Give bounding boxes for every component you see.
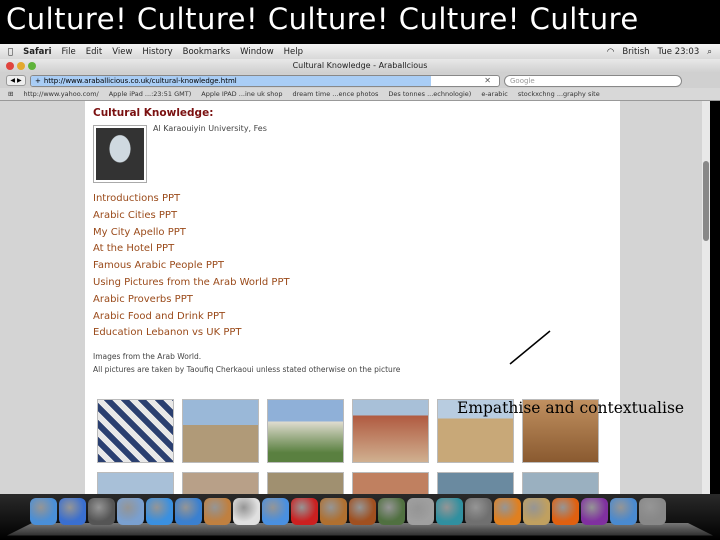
toolbar: ◀ ▶ + http://www.araballicious.co.uk/cult… (0, 73, 720, 88)
address-bar[interactable]: + http://www.araballicious.co.uk/cultural… (30, 74, 500, 87)
menu-window[interactable]: Window (240, 47, 274, 57)
menu-help[interactable]: Help (284, 47, 303, 57)
window-title: Cultural Knowledge - Araballcious (292, 61, 428, 70)
link-food-drink[interactable]: Arabic Food and Drink PPT (93, 311, 290, 328)
bookmark[interactable]: Apple IPAD ...ine uk shop (201, 90, 282, 98)
dock-app-icon[interactable] (30, 498, 57, 525)
link-introductions[interactable]: Introductions PPT (93, 193, 290, 210)
link-hotel[interactable]: At the Hotel PPT (93, 243, 290, 260)
photo-caption: Al Karaouiyin University, Fes (153, 124, 267, 133)
dock-app-icon[interactable] (639, 498, 666, 525)
menu-safari[interactable]: Safari (23, 47, 51, 57)
dock-app-icon[interactable] (610, 498, 637, 525)
slide-annotation: Empathise and contextualise (457, 399, 685, 417)
clear-icon[interactable]: ✕ (484, 76, 491, 85)
url-text: http://www.araballicious.co.uk/cultural-… (43, 76, 237, 85)
add-bookmark-icon[interactable]: + (35, 77, 41, 85)
dock-app-icon[interactable] (407, 498, 434, 525)
bookmark[interactable]: http://www.yahoo.com/ (23, 90, 98, 98)
link-pictures[interactable]: Using Pictures from the Arab World PPT (93, 277, 290, 294)
apple-icon[interactable]:  (8, 47, 13, 57)
clock[interactable]: Tue 23:03 (658, 47, 700, 57)
slide-title: Culture! Culture! Culture! Culture! Cult… (6, 2, 639, 36)
photo-thumb[interactable] (97, 399, 174, 463)
menu-edit[interactable]: Edit (86, 47, 102, 57)
dock-app-icon[interactable] (291, 498, 318, 525)
note-line: All pictures are taken by Taoufiq Cherka… (93, 365, 401, 374)
bookmark[interactable]: dream time ...ence photos (293, 90, 379, 98)
menu-bookmarks[interactable]: Bookmarks (183, 47, 231, 57)
dock-app-icon[interactable] (494, 498, 521, 525)
photo-thumb[interactable] (267, 399, 344, 463)
menu-view[interactable]: View (112, 47, 132, 57)
bookmark[interactable]: Apple iPad ...:23:51 GMT) (109, 90, 192, 98)
dock-app-icon[interactable] (552, 498, 579, 525)
dock-app-icon[interactable] (465, 498, 492, 525)
menu-file[interactable]: File (62, 47, 76, 57)
dock-app-icon[interactable] (146, 498, 173, 525)
bookmarks-bar: ⊞ http://www.yahoo.com/ Apple iPad ...:2… (0, 88, 720, 101)
dock-app-icon[interactable] (262, 498, 289, 525)
photo-thumb[interactable] (182, 399, 259, 463)
link-proverbs[interactable]: Arabic Proverbs PPT (93, 294, 290, 311)
dock-app-icon[interactable] (117, 498, 144, 525)
photo-thumb[interactable] (352, 399, 429, 463)
dock-app-icon[interactable] (523, 498, 550, 525)
dock (0, 494, 720, 540)
page-heading: Cultural Knowledge: (93, 107, 214, 119)
wifi-icon[interactable]: ◠ (607, 47, 614, 57)
minimize-button[interactable] (17, 62, 25, 70)
input-menu[interactable]: British (622, 47, 649, 57)
link-education[interactable]: Education Lebanon vs UK PPT (93, 327, 290, 344)
close-button[interactable] (6, 62, 14, 70)
window-titlebar: Cultural Knowledge - Araballcious (0, 59, 720, 73)
bookmark[interactable]: stockxchng ...graphy site (518, 90, 600, 98)
dock-app-icon[interactable] (320, 498, 347, 525)
dock-app-icon[interactable] (88, 498, 115, 525)
bookmark[interactable]: e-arabic (481, 90, 508, 98)
dock-app-icon[interactable] (175, 498, 202, 525)
menu-bar:  Safari File Edit View History Bookmark… (0, 44, 720, 59)
dock-app-icon[interactable] (233, 498, 260, 525)
dock-app-icon[interactable] (204, 498, 231, 525)
menu-history[interactable]: History (142, 47, 172, 57)
dock-app-icon[interactable] (436, 498, 463, 525)
page-content: Cultural Knowledge: Al Karaouiyin Univer… (85, 101, 620, 536)
dock-app-icon[interactable] (378, 498, 405, 525)
search-input[interactable]: Google (504, 74, 682, 87)
dock-app-icon[interactable] (349, 498, 376, 525)
university-photo[interactable] (93, 125, 147, 183)
book-icon[interactable]: ⊞ (8, 90, 13, 98)
web-page: Cultural Knowledge: Al Karaouiyin Univer… (0, 101, 710, 536)
note-line: Images from the Arab World. (93, 352, 202, 361)
scrollbar-thumb[interactable] (703, 161, 709, 241)
scrollbar[interactable] (702, 101, 710, 494)
zoom-button[interactable] (28, 62, 36, 70)
bookmark[interactable]: Des tonnes ...echnologie) (388, 90, 471, 98)
dock-app-icon[interactable] (581, 498, 608, 525)
ppt-links: Introductions PPT Arabic Cities PPT My C… (93, 193, 290, 344)
annotation-arrow-line (509, 330, 551, 365)
dock-app-icon[interactable] (59, 498, 86, 525)
link-arabic-cities[interactable]: Arabic Cities PPT (93, 210, 290, 227)
spotlight-icon[interactable]: ⌕ (707, 47, 712, 57)
images-note: Images from the Arab World. All pictures … (93, 350, 400, 376)
link-my-city[interactable]: My City Apello PPT (93, 227, 290, 244)
link-famous-people[interactable]: Famous Arabic People PPT (93, 260, 290, 277)
back-forward-button[interactable]: ◀ ▶ (6, 75, 26, 86)
